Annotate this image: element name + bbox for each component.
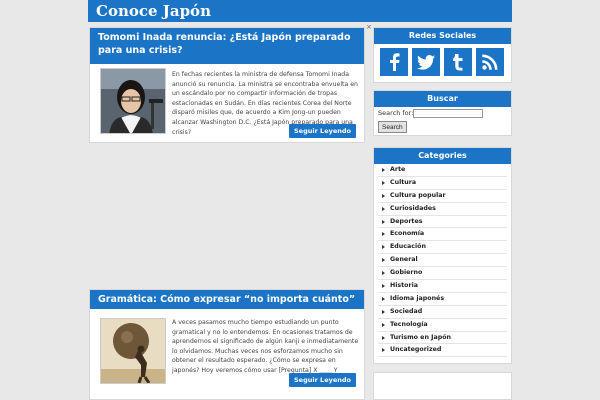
read-more-button[interactable]: Seguir Leyendo: [288, 373, 356, 387]
close-icon[interactable]: ×: [366, 23, 372, 31]
post-card: Gramática: Cómo expresar “no importa cuá…: [89, 289, 365, 400]
category-item[interactable]: Cultura: [378, 177, 507, 190]
category-item[interactable]: Sociedad: [378, 306, 507, 319]
site-title[interactable]: Conoce Japón: [96, 2, 211, 20]
category-item[interactable]: Uncategorized: [378, 344, 507, 358]
search-widget: Buscar Search for: Search: [373, 90, 512, 136]
post-thumbnail[interactable]: [100, 68, 166, 134]
category-item[interactable]: Historia: [378, 280, 507, 293]
post-title[interactable]: Tomomi Inada renuncia: ¿Está Japón prepa…: [90, 28, 364, 64]
categories-widget: Categories Arte Cultura Cultura popular …: [373, 147, 512, 364]
search-button[interactable]: Search: [378, 121, 407, 133]
category-item[interactable]: General: [378, 254, 507, 268]
category-item[interactable]: Economía: [378, 228, 507, 242]
category-item[interactable]: Deportes: [378, 216, 507, 229]
category-item[interactable]: Gobierno: [378, 267, 507, 281]
empty-widget: [373, 372, 512, 400]
category-item[interactable]: Tecnología: [378, 319, 507, 332]
category-item[interactable]: Turismo en Japón: [378, 332, 507, 345]
post-excerpt: A veces pasamos mucho tiempo estudiando …: [172, 319, 359, 374]
post-thumbnail[interactable]: [100, 318, 166, 384]
category-item[interactable]: Arte: [378, 164, 507, 177]
twitter-icon[interactable]: [412, 48, 440, 76]
category-item[interactable]: Educación: [378, 241, 507, 255]
widget-title: Buscar: [374, 91, 511, 107]
tumblr-icon[interactable]: [444, 48, 472, 76]
category-item[interactable]: Idioma japonés: [378, 293, 507, 306]
widget-title: Categories: [374, 148, 511, 164]
widget-title: Redes Sociales: [374, 28, 511, 44]
read-more-button[interactable]: Seguir Leyendo: [288, 124, 356, 138]
search-input[interactable]: [413, 109, 483, 118]
category-item[interactable]: Curiosidades: [378, 203, 507, 216]
rss-icon[interactable]: [476, 48, 504, 76]
search-label: Search for:: [378, 109, 414, 117]
social-widget: Redes Sociales: [373, 27, 512, 83]
post-body: A veces pasamos mucho tiempo estudiando …: [90, 318, 364, 398]
category-list: Arte Cultura Cultura popular Curiosidade…: [374, 164, 511, 358]
social-icons-row: [380, 48, 504, 76]
category-item[interactable]: Cultura popular: [378, 190, 507, 203]
post-body: En fechas recientes la ministra de defen…: [90, 68, 364, 144]
post-card: Tomomi Inada renuncia: ¿Está Japón prepa…: [89, 27, 365, 143]
post-title[interactable]: Gramática: Cómo expresar “no importa cuá…: [90, 290, 364, 318]
site-header: Conoce Japón: [88, 0, 512, 22]
facebook-icon[interactable]: [380, 48, 408, 76]
